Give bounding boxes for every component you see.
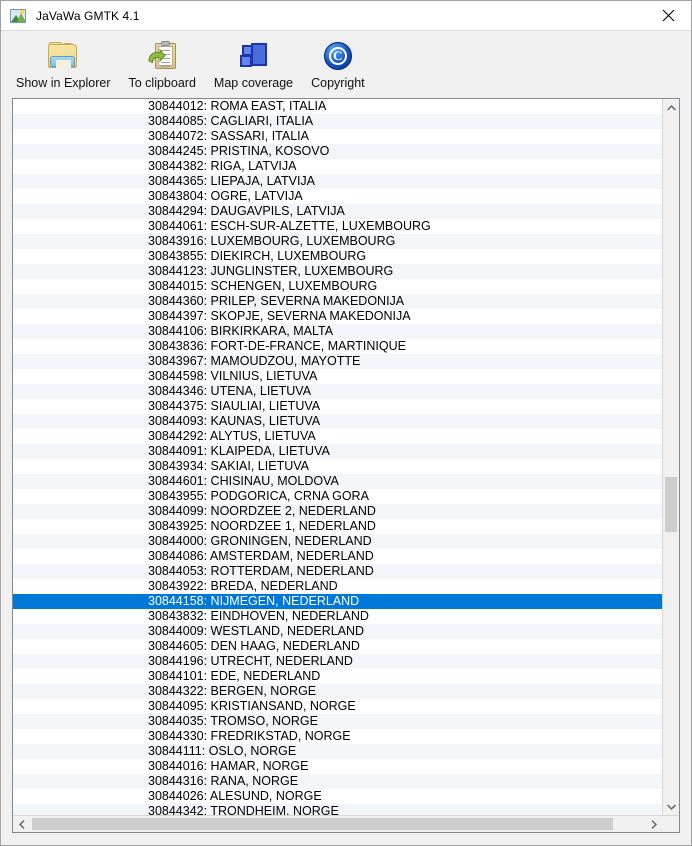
horizontal-scroll-track[interactable] xyxy=(30,816,645,832)
list-item[interactable]: 30844095: KRISTIANSAND, NORGE xyxy=(13,699,662,714)
list-item[interactable]: 30844086: AMSTERDAM, NEDERLAND xyxy=(13,549,662,564)
scroll-down-button[interactable] xyxy=(663,798,679,815)
list-item[interactable]: 30844085: CAGLIARI, ITALIA xyxy=(13,114,662,129)
list-item[interactable]: 30843934: SAKIAI, LIETUVA xyxy=(13,459,662,474)
list-item[interactable]: 30844322: BERGEN, NORGE xyxy=(13,684,662,699)
list-item[interactable]: 30844292: ALYTUS, LIETUVA xyxy=(13,429,662,444)
list-item[interactable]: 30843836: FORT-DE-FRANCE, MARTINIQUE xyxy=(13,339,662,354)
list-item[interactable]: 30844026: ALESUND, NORGE xyxy=(13,789,662,804)
list-item[interactable]: 30843967: MAMOUDZOU, MAYOTTE xyxy=(13,354,662,369)
scroll-right-button[interactable] xyxy=(645,816,662,832)
chevron-down-icon xyxy=(666,804,676,810)
chevron-up-icon xyxy=(666,104,676,110)
map-list-panel: 30844012: ROMA EAST, ITALIA 30844085: CAG… xyxy=(12,98,680,833)
list-item[interactable]: 30844015: SCHENGEN, LUXEMBOURG xyxy=(13,279,662,294)
list-item[interactable]: 30844093: KAUNAS, LIETUVA xyxy=(13,414,662,429)
vertical-scroll-track[interactable] xyxy=(663,116,679,798)
list-item[interactable]: 30844330: FREDRIKSTAD, NORGE xyxy=(13,729,662,744)
list-item[interactable]: 30844101: EDE, NEDERLAND xyxy=(13,669,662,684)
list-item[interactable]: 30844000: GRONINGEN, NEDERLAND xyxy=(13,534,662,549)
window-title: JaVaWa GMTK 4.1 xyxy=(36,8,140,23)
map-list[interactable]: 30844012: ROMA EAST, ITALIA 30844085: CAG… xyxy=(13,99,662,815)
copyright-label: Copyright xyxy=(311,76,365,90)
scrollbar-corner xyxy=(662,816,679,832)
horizontal-scrollbar[interactable] xyxy=(13,815,679,832)
list-item[interactable]: 30844365: LIEPAJA, LATVIJA xyxy=(13,174,662,189)
show-in-explorer-label: Show in Explorer xyxy=(16,76,111,90)
scroll-up-button[interactable] xyxy=(663,99,679,116)
list-item[interactable]: 30844123: JUNGLINSTER, LUXEMBOURG xyxy=(13,264,662,279)
list-item[interactable]: 30844053: ROTTERDAM, NEDERLAND xyxy=(13,564,662,579)
list-item[interactable]: 30843925: NOORDZEE 1, NEDERLAND xyxy=(13,519,662,534)
copyright-icon: C xyxy=(321,39,355,73)
list-item[interactable]: 30844294: DAUGAVPILS, LATVIJA xyxy=(13,204,662,219)
list-item[interactable]: 30844375: SIAULIAI, LIETUVA xyxy=(13,399,662,414)
list-item[interactable]: 30844316: RANA, NORGE xyxy=(13,774,662,789)
clipboard-copy-icon xyxy=(145,39,179,73)
list-item[interactable]: 30844016: HAMAR, NORGE xyxy=(13,759,662,774)
list-item[interactable]: 30844605: DEN HAAG, NEDERLAND xyxy=(13,639,662,654)
map-layers-icon xyxy=(237,39,271,73)
show-in-explorer-button[interactable]: Show in Explorer xyxy=(7,34,120,94)
list-item[interactable]: 30844346: UTENA, LIETUVA xyxy=(13,384,662,399)
list-item[interactable]: 30843832: EINDHOVEN, NEDERLAND xyxy=(13,609,662,624)
list-item[interactable]: 30844342: TRONDHEIM, NORGE xyxy=(13,804,662,815)
list-item[interactable]: 30844360: PRILEP, SEVERNA MAKEDONIJA xyxy=(13,294,662,309)
list-item[interactable]: 30844106: BIRKIRKARA, MALTA xyxy=(13,324,662,339)
copyright-button[interactable]: C Copyright xyxy=(302,34,374,94)
title-bar: JaVaWa GMTK 4.1 xyxy=(1,1,691,30)
list-item[interactable]: 30843955: PODGORICA, CRNA GORA xyxy=(13,489,662,504)
list-item[interactable]: 30843855: DIEKIRCH, LUXEMBOURG xyxy=(13,249,662,264)
list-item[interactable]: 30843922: BREDA, NEDERLAND xyxy=(13,579,662,594)
vertical-scroll-thumb[interactable] xyxy=(665,477,677,533)
map-coverage-label: Map coverage xyxy=(213,76,294,90)
list-item[interactable]: 30844091: KLAIPEDA, LIETUVA xyxy=(13,444,662,459)
list-item[interactable]: 30843804: OGRE, LATVIJA xyxy=(13,189,662,204)
list-item[interactable]: 30844245: PRISTINA, KOSOVO xyxy=(13,144,662,159)
list-item[interactable]: 30844061: ESCH-SUR-ALZETTE, LUXEMBOURG xyxy=(13,219,662,234)
chevron-left-icon xyxy=(18,819,24,829)
list-item[interactable]: 30844009: WESTLAND, NEDERLAND xyxy=(13,624,662,639)
list-item[interactable]: 30844601: CHISINAU, MOLDOVA xyxy=(13,474,662,489)
list-item[interactable]: 30844196: UTRECHT, NEDERLAND xyxy=(13,654,662,669)
horizontal-scroll-thumb[interactable] xyxy=(32,818,613,830)
list-item-selected[interactable]: 30844158: NIJMEGEN, NEDERLAND xyxy=(13,594,662,609)
vertical-scrollbar[interactable] xyxy=(662,99,679,815)
map-coverage-button[interactable]: Map coverage xyxy=(205,34,302,94)
app-window: JaVaWa GMTK 4.1 Show in Explorer To clip… xyxy=(0,0,692,846)
app-icon xyxy=(10,8,27,24)
list-item[interactable]: 30844012: ROMA EAST, ITALIA xyxy=(13,99,662,114)
folder-icon xyxy=(46,39,80,73)
to-clipboard-button[interactable]: To clipboard xyxy=(120,34,205,94)
scroll-left-button[interactable] xyxy=(13,816,30,832)
close-button[interactable] xyxy=(645,1,691,30)
list-item[interactable]: 30844382: RIGA, LATVIJA xyxy=(13,159,662,174)
list-item[interactable]: 30844035: TROMSO, NORGE xyxy=(13,714,662,729)
window-bottom-padding xyxy=(1,833,691,845)
to-clipboard-label: To clipboard xyxy=(128,76,196,90)
list-body: 30844012: ROMA EAST, ITALIA 30844085: CAG… xyxy=(13,99,679,815)
list-item[interactable]: 30844111: OSLO, NORGE xyxy=(13,744,662,759)
chevron-right-icon xyxy=(651,819,657,829)
close-icon xyxy=(662,9,674,22)
list-item[interactable]: 30844397: SKOPJE, SEVERNA MAKEDONIJA xyxy=(13,309,662,324)
list-item[interactable]: 30844072: SASSARI, ITALIA xyxy=(13,129,662,144)
list-item[interactable]: 30844099: NOORDZEE 2, NEDERLAND xyxy=(13,504,662,519)
toolbar: Show in Explorer To clipboard Map covera… xyxy=(1,30,691,98)
list-item[interactable]: 30844598: VILNIUS, LIETUVA xyxy=(13,369,662,384)
list-item[interactable]: 30843916: LUXEMBOURG, LUXEMBOURG xyxy=(13,234,662,249)
